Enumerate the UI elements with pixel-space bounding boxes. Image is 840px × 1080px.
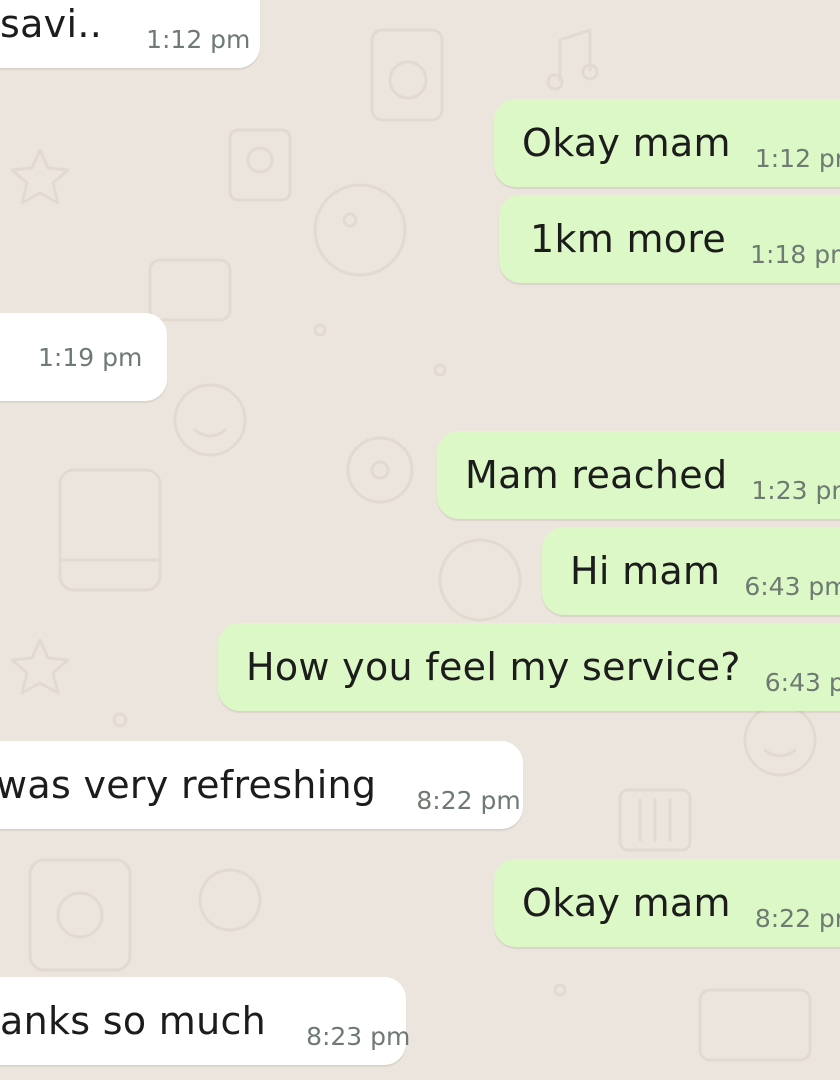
message-text: Okay mam [522, 881, 731, 925]
message-text: How you feel my service? [246, 645, 741, 689]
message-text: Mam reached [465, 453, 728, 497]
message-text: 1km more [530, 217, 727, 261]
message-text: was very refreshing [0, 763, 377, 807]
message-timestamp: 6:43 pm [744, 571, 840, 601]
message-bubble-incoming[interactable]: was very refreshing 8:22 pm [0, 741, 523, 829]
message-bubble-incoming[interactable]: savi.. 1:12 pm [0, 0, 260, 68]
message-timestamp: 1:19 pm [38, 342, 143, 372]
message-bubble-outgoing[interactable]: Mam reached 1:23 pm [437, 431, 840, 519]
message-timestamp: 1:18 pm [750, 239, 840, 269]
message-bubble-outgoing[interactable]: How you feel my service? 6:43 pm [218, 623, 840, 711]
message-bubble-outgoing[interactable]: Okay mam 1:12 pm [494, 99, 840, 187]
message-text: savi.. [0, 2, 103, 46]
message-timestamp: 6:43 pm [764, 667, 840, 697]
message-timestamp: 1:12 pm [754, 143, 840, 173]
message-timestamp: 8:22 pm [416, 785, 521, 815]
message-text: Okay mam [522, 121, 731, 165]
message-timestamp: 8:22 pm [754, 903, 840, 933]
message-bubble-incoming[interactable]: 1:19 pm [0, 313, 167, 401]
message-timestamp: 1:23 pm [751, 475, 840, 505]
message-bubble-outgoing[interactable]: Okay mam 8:22 pm [494, 859, 840, 947]
message-timestamp: 1:12 pm [146, 24, 251, 54]
message-text: Hi mam [570, 549, 721, 593]
message-bubble-outgoing[interactable]: 1km more 1:18 pm [499, 195, 840, 283]
message-bubble-outgoing[interactable]: Hi mam 6:43 pm [542, 527, 840, 615]
message-bubble-incoming[interactable]: anks so much 8:23 pm [0, 977, 410, 1065]
message-text: anks so much [0, 999, 267, 1043]
message-timestamp: 8:23 pm [306, 1021, 411, 1051]
